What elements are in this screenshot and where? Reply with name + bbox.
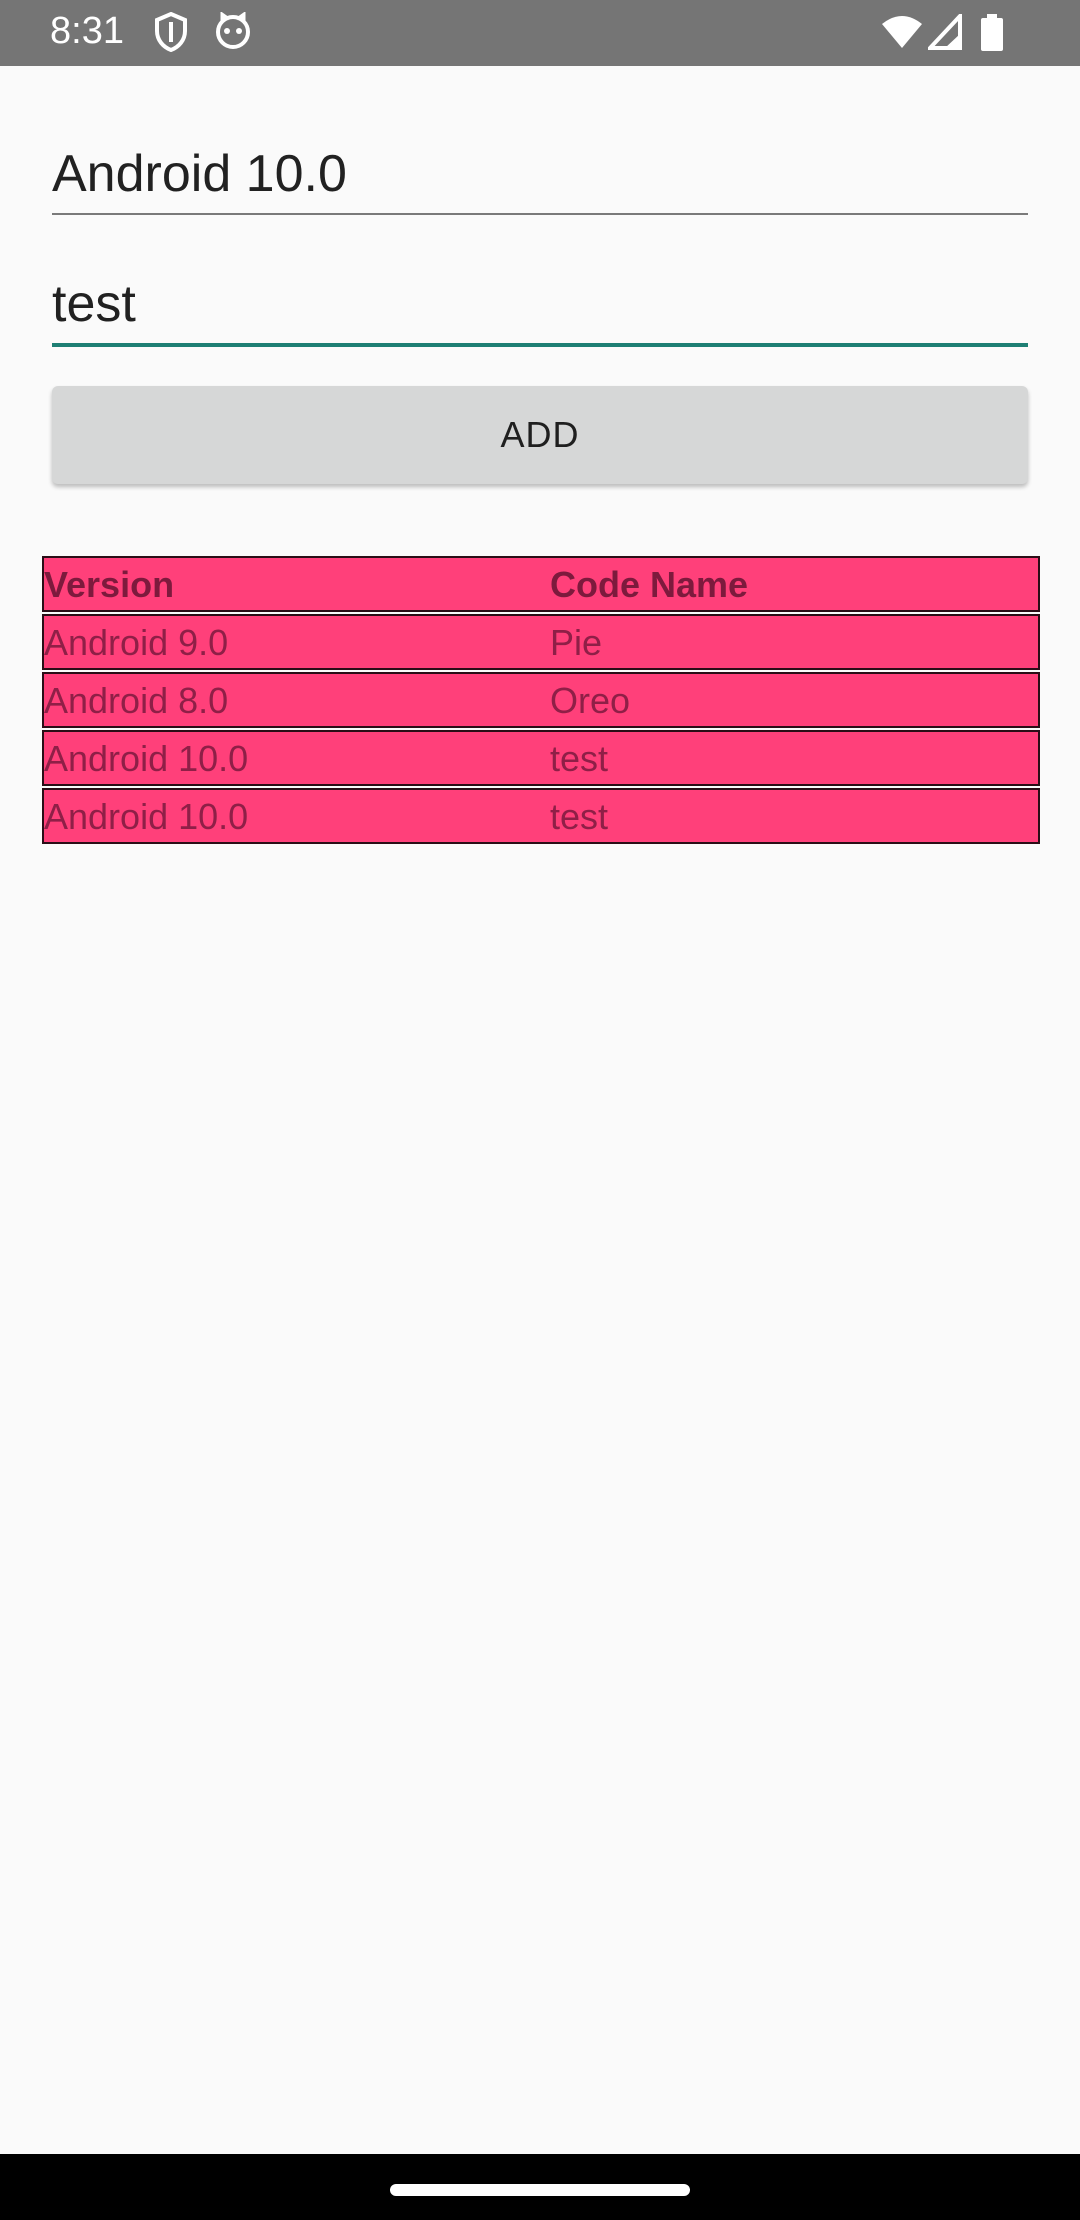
table-row: Android 9.0 Pie [42,614,1040,670]
version-input[interactable] [52,132,1028,216]
cell-code-name: test [550,796,609,837]
header-version: Version [44,564,175,605]
cat-icon [214,12,252,50]
wifi-icon [880,14,924,50]
battery-icon [980,14,1004,52]
cell-version: Android 9.0 [44,622,229,663]
table-row: Android 10.0 test [42,788,1040,844]
add-button[interactable]: ADD [52,386,1028,484]
home-handle[interactable] [390,2184,690,2196]
table-header-row: Version Code Name [42,556,1040,612]
cell-code-name: Pie [550,622,603,663]
status-time: 8:31 [50,10,124,52]
codename-input[interactable] [52,262,1028,346]
versions-table: Version Code Name Android 9.0 Pie Androi… [42,556,1040,846]
cell-code-name: test [550,738,609,779]
codename-input-underline [52,343,1028,347]
signal-icon [928,14,962,50]
cell-code-name: Oreo [550,680,631,721]
cell-version: Android 10.0 [44,738,249,779]
header-code-name: Code Name [550,564,749,605]
shield-icon [154,12,188,52]
cell-version: Android 10.0 [44,796,249,837]
cell-version: Android 8.0 [44,680,229,721]
table-row: Android 10.0 test [42,730,1040,786]
version-input-underline [52,213,1028,215]
table-row: Android 8.0 Oreo [42,672,1040,728]
status-bar: 8:31 [0,0,1080,66]
